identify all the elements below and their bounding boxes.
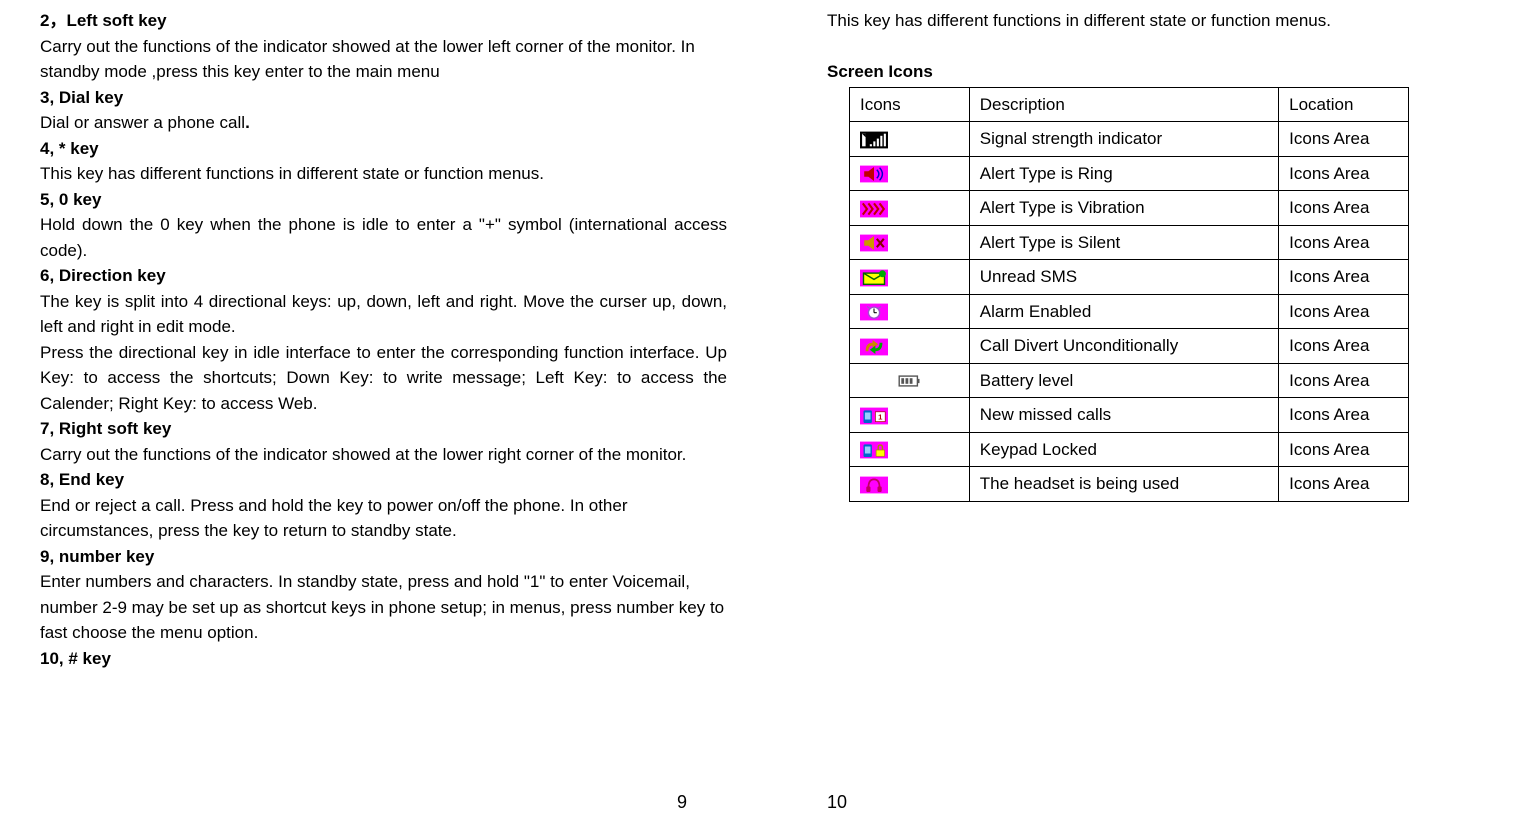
section-title: 7, Right soft key (40, 416, 727, 442)
icon-cell (850, 363, 970, 398)
table-row: Unread SMS Icons Area (850, 260, 1409, 295)
loc-cell: Icons Area (1279, 363, 1409, 398)
table-row: Alert Type is Vibration Icons Area (850, 191, 1409, 226)
section-title: 4, * key (40, 136, 727, 162)
lock-icon (860, 441, 888, 459)
vibration-icon (860, 200, 888, 218)
table-row: Alarm Enabled Icons Area (850, 294, 1409, 329)
desc-cell: Signal strength indicator (969, 122, 1278, 157)
section-body: The key is split into 4 directional keys… (40, 289, 727, 340)
icon-cell (850, 294, 970, 329)
silent-icon (860, 234, 888, 252)
ring-icon (860, 165, 888, 183)
desc-cell: Unread SMS (969, 260, 1278, 295)
section-title: 10, # key (40, 646, 727, 672)
desc-cell: Call Divert Unconditionally (969, 329, 1278, 364)
loc-cell: Icons Area (1279, 329, 1409, 364)
table-header-row: Icons Description Location (850, 87, 1409, 122)
desc-cell: Alert Type is Silent (969, 225, 1278, 260)
section-title: 6, Direction key (40, 263, 727, 289)
loc-cell: Icons Area (1279, 432, 1409, 467)
section-body: End or reject a call. Press and hold the… (40, 493, 727, 544)
sms-icon (860, 269, 888, 287)
signal-icon (860, 131, 888, 149)
table-row: 1 New missed calls Icons Area (850, 398, 1409, 433)
section-body: Hold down the 0 key when the phone is id… (40, 212, 727, 263)
section-body: Press the directional key in idle interf… (40, 340, 727, 417)
loc-cell: Icons Area (1279, 260, 1409, 295)
desc-cell: Alert Type is Vibration (969, 191, 1278, 226)
icon-cell (850, 191, 970, 226)
icon-cell (850, 467, 970, 502)
icons-table: Icons Description Location Signal streng… (849, 87, 1409, 502)
desc-cell: New missed calls (969, 398, 1278, 433)
desc-cell: Alarm Enabled (969, 294, 1278, 329)
loc-cell: Icons Area (1279, 191, 1409, 226)
loc-cell: Icons Area (1279, 398, 1409, 433)
loc-cell: Icons Area (1279, 225, 1409, 260)
section-title: 3, Dial key (40, 85, 727, 111)
section-title: 9, number key (40, 544, 727, 570)
missed-call-icon: 1 (860, 407, 888, 425)
header-description: Description (969, 87, 1278, 122)
text: Dial or answer a phone call (40, 113, 245, 132)
section-body: This key has different functions in diff… (40, 161, 727, 187)
table-row: Call Divert Unconditionally Icons Area (850, 329, 1409, 364)
desc-cell: Battery level (969, 363, 1278, 398)
section-body: Dial or answer a phone call. (40, 110, 727, 136)
desc-cell: Alert Type is Ring (969, 156, 1278, 191)
desc-cell: The headset is being used (969, 467, 1278, 502)
table-row: Alert Type is Silent Icons Area (850, 225, 1409, 260)
icon-cell (850, 225, 970, 260)
page-left: 2，Left soft key Carry out the functions … (0, 0, 767, 826)
icon-cell: 1 (850, 398, 970, 433)
loc-cell: Icons Area (1279, 122, 1409, 157)
divert-icon (860, 338, 888, 356)
table-row: Battery level Icons Area (850, 363, 1409, 398)
svg-text:1: 1 (878, 412, 883, 421)
intro-text: This key has different functions in diff… (827, 8, 1474, 34)
table-row: Signal strength indicator Icons Area (850, 122, 1409, 157)
table-row: Alert Type is Ring Icons Area (850, 156, 1409, 191)
section-title: 2，Left soft key (40, 8, 727, 34)
page-right: This key has different functions in diff… (767, 0, 1534, 826)
icon-cell (850, 156, 970, 191)
section-body: Carry out the functions of the indicator… (40, 442, 727, 468)
screen-icons-heading: Screen Icons (827, 59, 1474, 85)
page-number: 9 (677, 789, 687, 816)
table-row: The headset is being used Icons Area (850, 467, 1409, 502)
icon-cell (850, 329, 970, 364)
loc-cell: Icons Area (1279, 156, 1409, 191)
loc-cell: Icons Area (1279, 467, 1409, 502)
header-location: Location (1279, 87, 1409, 122)
section-title: 5, 0 key (40, 187, 727, 213)
section-body: Carry out the functions of the indicator… (40, 34, 727, 85)
loc-cell: Icons Area (1279, 294, 1409, 329)
section-title: 8, End key (40, 467, 727, 493)
page-number: 10 (827, 789, 847, 816)
icon-cell (850, 432, 970, 467)
icon-cell (850, 122, 970, 157)
icon-cell (850, 260, 970, 295)
battery-icon (895, 372, 923, 390)
alarm-icon (860, 303, 888, 321)
headset-icon (860, 476, 888, 494)
header-icons: Icons (850, 87, 970, 122)
desc-cell: Keypad Locked (969, 432, 1278, 467)
period: . (245, 113, 250, 132)
table-row: Keypad Locked Icons Area (850, 432, 1409, 467)
section-body: Enter numbers and characters. In standby… (40, 569, 727, 646)
